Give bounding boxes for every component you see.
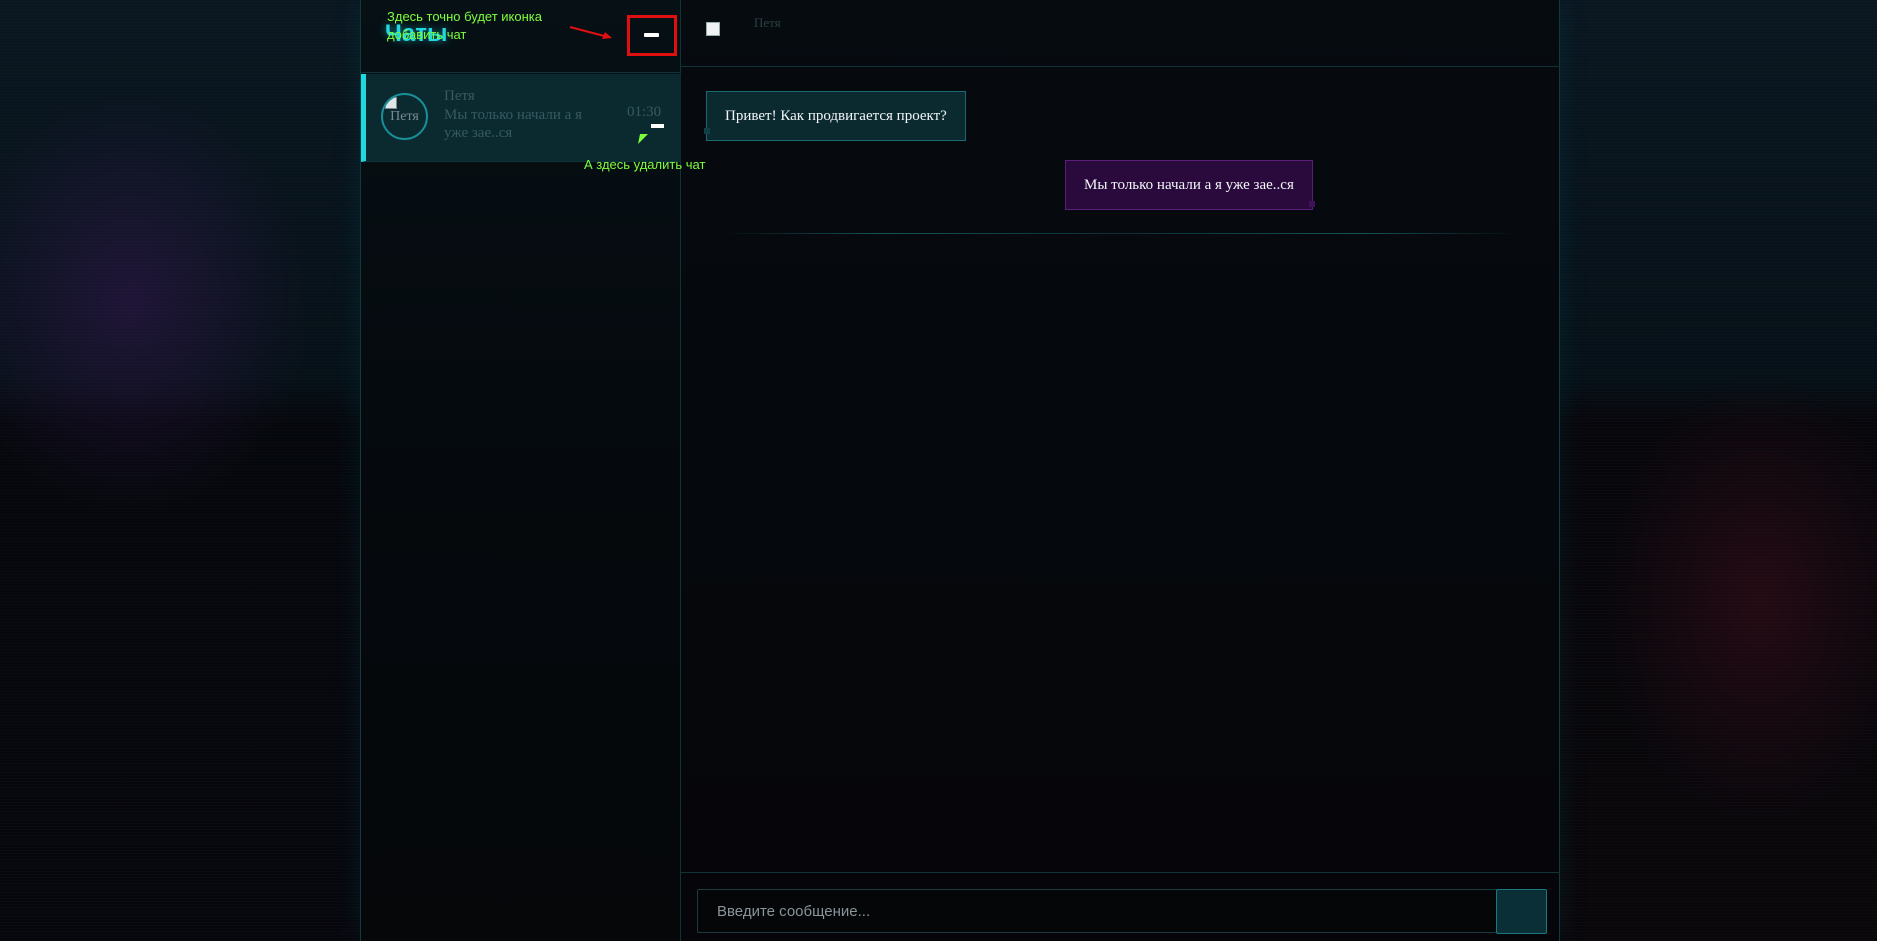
chat-time: 01:30 <box>627 104 662 120</box>
message-divider <box>721 233 1521 234</box>
chat-header: Петя <box>681 0 1560 67</box>
delete-chat-button[interactable] <box>649 123 666 129</box>
bubble-tail <box>704 128 710 134</box>
send-button[interactable] <box>1496 889 1547 934</box>
chat-sidebar: Чаты Петя Петя Мы только начали а я уже … <box>361 0 681 941</box>
background-left <box>0 0 360 941</box>
message-text: Привет! Как продвигается проект? <box>725 107 947 124</box>
composer <box>681 872 1560 941</box>
minus-icon <box>644 33 659 37</box>
message-text: Мы только начали а я уже зае..ся <box>1084 176 1294 193</box>
chat-preview: Мы только начали а я уже зае..ся <box>444 107 582 141</box>
annotation-arrow-icon <box>569 26 612 39</box>
minus-icon <box>651 124 664 128</box>
message-outgoing: Мы только начали а я уже зае..ся <box>1065 160 1315 210</box>
chat-list-item[interactable]: Петя Петя Мы только начали а я уже зае..… <box>361 74 681 162</box>
chat-header-avatar-alt: Петя <box>754 15 781 30</box>
broken-image-icon <box>706 22 720 36</box>
messenger-app: Чаты Петя Петя Мы только начали а я уже … <box>360 0 1560 941</box>
background-right <box>1560 0 1877 941</box>
message-input[interactable] <box>697 889 1498 933</box>
add-chat-button[interactable] <box>627 15 677 56</box>
message-list: Привет! Как продвигается проект? Мы толь… <box>681 68 1560 872</box>
chat-avatar-alt: Петя <box>390 108 419 124</box>
broken-image-icon <box>385 97 397 109</box>
annotation-delete-chat: А здесь удалить чат <box>584 157 706 172</box>
annotation-pointer-icon <box>638 134 648 144</box>
chat-panel: Петя Привет! Как продвигается проект? Мы… <box>681 0 1560 941</box>
chat-header-avatar: Петя <box>706 16 796 50</box>
bubble-tail <box>1308 201 1315 207</box>
chat-name: Петя <box>444 88 475 104</box>
message-incoming: Привет! Как продвигается проект? <box>704 91 966 141</box>
chat-avatar: Петя <box>381 93 428 140</box>
annotation-add-chat: Здесь точно будет иконка добавить чат <box>387 9 542 42</box>
